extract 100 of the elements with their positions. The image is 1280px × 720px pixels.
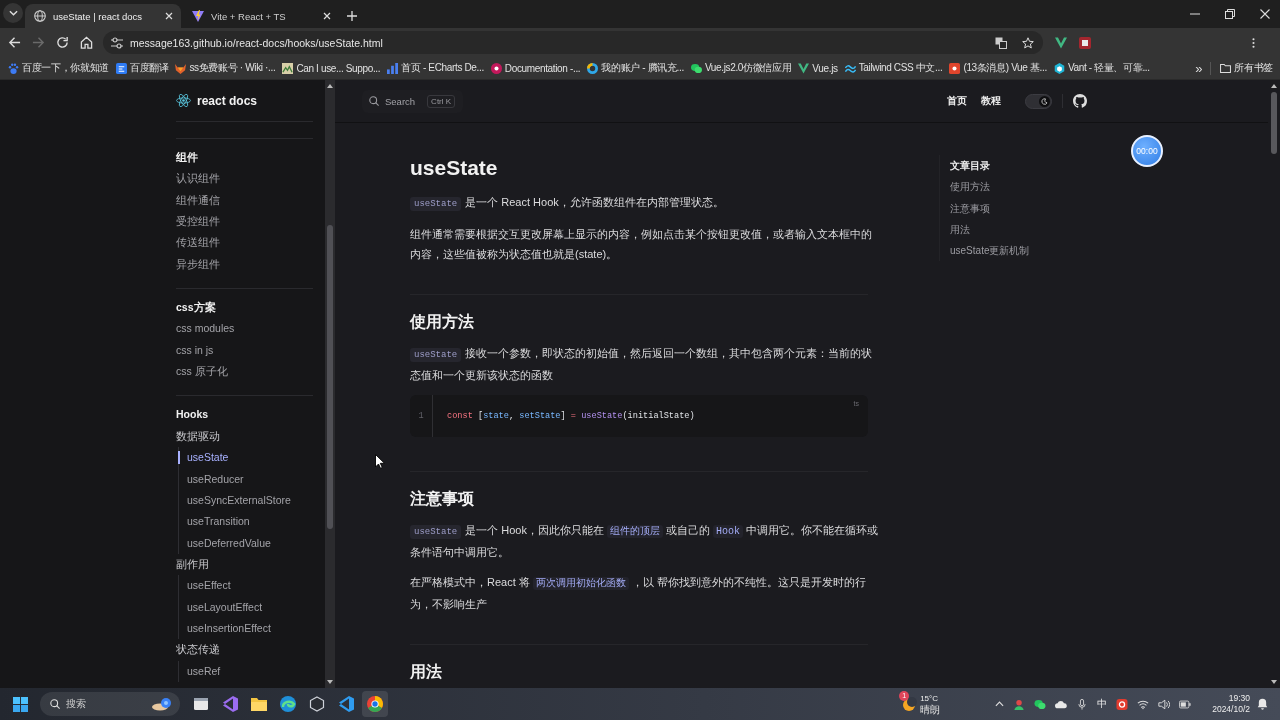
- sidebar-link[interactable]: useTransition: [178, 515, 313, 529]
- sidebar-link[interactable]: 受控组件: [176, 211, 313, 233]
- sidebar-link[interactable]: 传送组件: [176, 232, 313, 254]
- v-shape-icon[interactable]: [1055, 36, 1067, 49]
- back-arrow-icon[interactable]: [7, 36, 21, 49]
- address-bar[interactable]: message163.github.io/react-docs/hooks/useState.html: [103, 31, 1043, 54]
- browser-tab[interactable]: useState | react docs: [25, 4, 181, 28]
- nav-link[interactable]: 教程: [981, 94, 1001, 108]
- site-logo[interactable]: react docs: [176, 80, 313, 122]
- tune-icon[interactable]: [111, 36, 123, 49]
- crescent-moon-icon[interactable]: [901, 696, 918, 712]
- section-heading: 使用方法: [410, 312, 475, 332]
- bookmark-link[interactable]: Vue.js: [797, 60, 839, 76]
- nav-link[interactable]: 首页: [947, 94, 967, 108]
- taskbar-button[interactable]: [362, 691, 388, 717]
- people-icon[interactable]: [1013, 698, 1026, 710]
- tile-icon[interactable]: [1079, 36, 1091, 49]
- page-title: useState: [410, 155, 499, 181]
- bookmark-link[interactable]: Vue.js2.0仿微信应用: [689, 59, 793, 77]
- cloud-icon[interactable]: [1055, 698, 1068, 710]
- microphone-icon[interactable]: [1076, 698, 1089, 710]
- input-method-indicator[interactable]: 中: [1097, 697, 1108, 711]
- bookmark-link[interactable]: ss免费账号 · Wiki ·...: [174, 59, 277, 77]
- restore-icon[interactable]: [1225, 9, 1235, 19]
- bookmark-link[interactable]: Vant - 轻量、可靠...: [1052, 59, 1151, 77]
- home-icon[interactable]: [79, 36, 93, 49]
- sidebar-link[interactable]: css 原子化: [176, 361, 313, 383]
- new-tab-plus-icon[interactable]: [347, 11, 357, 21]
- sidebar-link[interactable]: css modules: [176, 318, 313, 340]
- sidebar-link[interactable]: 认识组件: [176, 168, 313, 190]
- image-icon: [282, 62, 294, 74]
- toc-link[interactable]: 注意事项: [950, 197, 1030, 219]
- bookmark-link[interactable]: Tailwind CSS 中文...: [843, 59, 944, 77]
- clock-time[interactable]: 19:30: [1228, 693, 1250, 704]
- clock-date[interactable]: 2024/10/2: [1212, 704, 1250, 715]
- sidebar-link[interactable]: useReducer: [178, 472, 313, 486]
- wifi-icon[interactable]: [1137, 698, 1150, 710]
- lightning-icon: [192, 10, 204, 22]
- chevron-up-icon[interactable]: [995, 701, 1005, 707]
- battery-icon[interactable]: [1179, 698, 1192, 710]
- sidebar-link[interactable]: useSyncExternalStore: [178, 494, 313, 507]
- sidebar-link[interactable]: useDeferredValue: [178, 536, 313, 550]
- github-icon[interactable]: [1073, 94, 1087, 108]
- all-bookmarks-link[interactable]: 所有书签: [1219, 59, 1274, 77]
- inline-link[interactable]: 两次调用初始化函数: [532, 577, 629, 590]
- bookmark-link[interactable]: 我的账户 - 腾讯充...: [586, 59, 685, 77]
- more-bookmarks-button[interactable]: »: [1195, 60, 1203, 76]
- scroll-up-arrow-icon[interactable]: [327, 84, 333, 88]
- mouse-pointer-icon: [375, 454, 385, 469]
- close-icon[interactable]: [1260, 9, 1270, 19]
- bookmark-link[interactable]: (13条消息) Vue 基...: [948, 59, 1048, 77]
- translate-icon[interactable]: [995, 36, 1007, 49]
- toc-link[interactable]: 使用方法: [950, 176, 1030, 198]
- bookmark-link[interactable]: Documentation -...: [489, 60, 582, 76]
- temperature-text: 15°C: [920, 693, 940, 704]
- reload-icon[interactable]: [55, 36, 69, 49]
- ribbon-icon: [338, 696, 354, 712]
- inline-link[interactable]: 组件的顶层: [606, 525, 663, 538]
- scroll-down-arrow-icon[interactable]: [1271, 680, 1277, 684]
- speaker-icon[interactable]: [1158, 698, 1171, 710]
- tile-icon[interactable]: [1116, 698, 1129, 710]
- scrollbar-thumb[interactable]: [1271, 92, 1277, 154]
- theme-toggle[interactable]: [1025, 93, 1052, 109]
- scrollbar-thumb[interactable]: [327, 225, 333, 529]
- scroll-down-arrow-icon[interactable]: [327, 680, 333, 684]
- bookmark-link[interactable]: 百度翻译: [114, 59, 170, 77]
- browser-icon: [367, 696, 383, 712]
- sidebar-link[interactable]: useInsertionEffect: [178, 622, 313, 636]
- toc-link[interactable]: 用法: [950, 218, 1030, 241]
- close-icon[interactable]: [323, 12, 331, 20]
- sidebar-link[interactable]: useState: [178, 451, 313, 465]
- bookmark-link[interactable]: 首页 - ECharts De...: [386, 59, 485, 77]
- tab-list-button[interactable]: [3, 3, 23, 23]
- illustration-icon: [152, 697, 172, 711]
- scroll-up-arrow-icon[interactable]: [1271, 84, 1277, 88]
- caret-down-icon: [8, 10, 18, 16]
- inline-link[interactable]: Hook: [712, 525, 743, 538]
- sidebar-link[interactable]: 组件通信: [176, 189, 313, 212]
- bell-icon[interactable]: [1257, 698, 1268, 710]
- close-icon[interactable]: [165, 12, 173, 20]
- browser-tab[interactable]: Vite + React + TS: [183, 4, 339, 28]
- search-field[interactable]: 搜索: [40, 692, 180, 716]
- sidebar-link[interactable]: css in js: [176, 339, 313, 362]
- sidebar-group-title: 组件: [176, 150, 199, 165]
- folder-icon: [1220, 62, 1232, 74]
- star-icon[interactable]: [1022, 36, 1034, 49]
- window-icon: [193, 696, 209, 712]
- sidebar-link[interactable]: useRef: [178, 664, 313, 678]
- chat-bubble-icon[interactable]: [1034, 698, 1047, 710]
- bookmark-link[interactable]: Can I use... Suppo...: [281, 60, 382, 76]
- menu-icon[interactable]: [1252, 36, 1255, 49]
- start-icon[interactable]: [13, 696, 28, 712]
- fox-icon: [175, 62, 187, 74]
- bookmark-link[interactable]: 百度一下，你就知道: [7, 59, 110, 77]
- section-heading: 用法: [410, 662, 443, 682]
- sidebar-link[interactable]: useEffect: [178, 579, 313, 593]
- sidebar-link[interactable]: useLayoutEffect: [178, 600, 313, 614]
- toc-link[interactable]: useState更新机制: [950, 240, 1030, 262]
- sidebar-group-title: css方案: [176, 300, 217, 316]
- sidebar-link[interactable]: 异步组件: [176, 253, 313, 276]
